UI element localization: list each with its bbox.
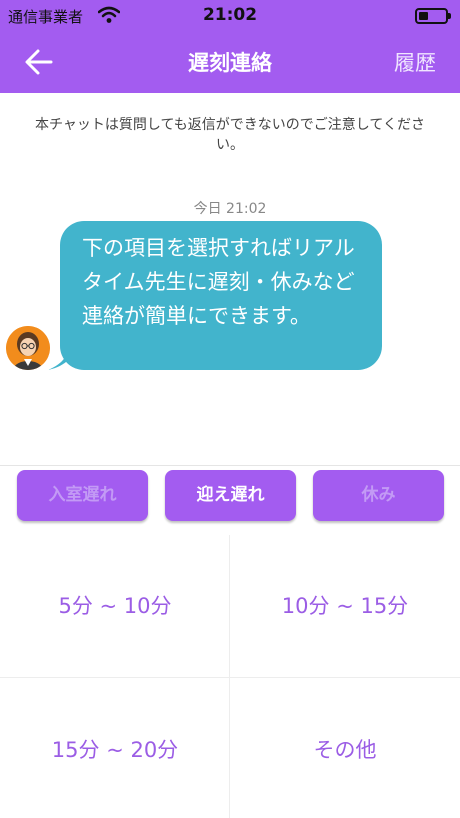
option-15-20[interactable]: 15分 ~ 20分 [0, 734, 230, 764]
option-5-10[interactable]: 5分 ~ 10分 [0, 590, 230, 620]
tab-late-arrival[interactable]: 入室遅れ [17, 470, 148, 521]
battery-icon [415, 8, 451, 24]
option-10-15[interactable]: 10分 ~ 15分 [230, 590, 460, 620]
tab-late-pickup[interactable]: 迎え遅れ [165, 470, 296, 521]
row-divider [0, 677, 460, 678]
chat-bubble: 下の項目を選択すればリアルタイム先生に遅刻・休みなど連絡が簡単にできます。 [60, 221, 382, 370]
tab-absence[interactable]: 休み [313, 470, 444, 521]
teacher-avatar [6, 326, 50, 370]
option-other[interactable]: その他 [230, 734, 460, 764]
page-title: 遅刻連絡 [188, 51, 272, 75]
nav-bar: 遅刻連絡 履歴 [0, 32, 460, 93]
history-button[interactable]: 履歴 [394, 47, 436, 77]
chat-notice: 本チャットは質問しても返信ができないのでご注意してください。 [35, 117, 425, 153]
status-bar: 通信事業者 21:02 [0, 0, 460, 32]
clock: 21:02 [202, 5, 258, 25]
chat-message-text: 下の項目を選択すればリアルタイム先生に遅刻・休みなど連絡が簡単にできます。 [82, 236, 355, 328]
message-timestamp: 今日 21:02 [193, 201, 267, 217]
divider [0, 465, 460, 466]
